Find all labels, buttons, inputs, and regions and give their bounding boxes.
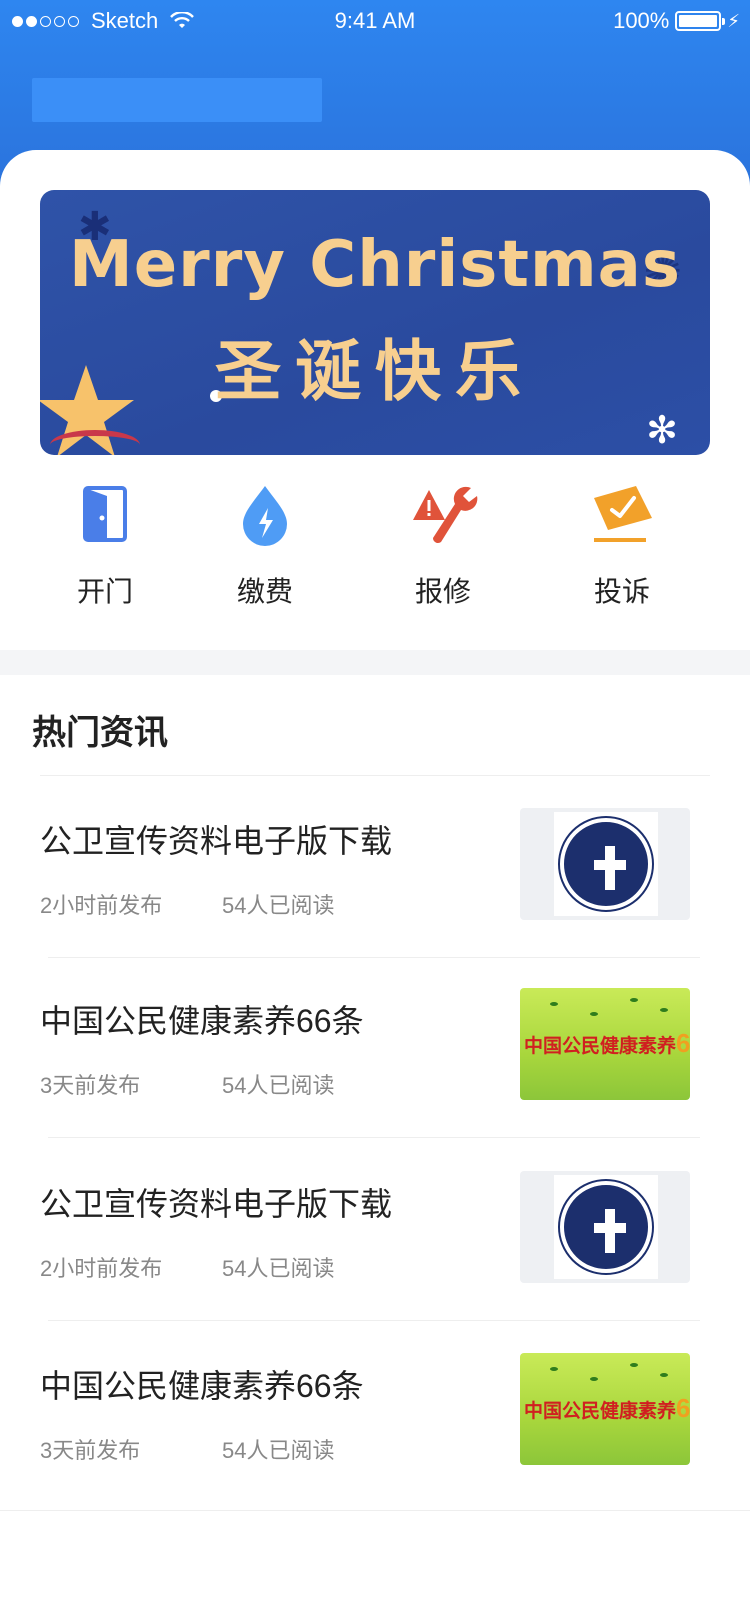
news-item[interactable]: 公卫宣传资料电子版下载 2小时前发布 54人已阅读 <box>0 1141 750 1321</box>
thumbnail-caption: 中国公民健康素养66条 <box>524 1028 690 1058</box>
quick-action-label: 报修 <box>414 576 471 607</box>
health-seal-icon <box>554 1175 658 1279</box>
door-icon <box>73 482 137 546</box>
quick-action-label: 缴费 <box>236 576 293 607</box>
news-item-time: 2小时前发布 <box>40 1256 163 1281</box>
divider <box>48 1137 700 1138</box>
news-item-time: 3天前发布 <box>40 1438 141 1463</box>
banner-subtitle: 圣诞快乐 <box>215 333 535 410</box>
thumbnail-caption: 中国公民健康素养66条 <box>524 1393 690 1423</box>
charging-icon: ⚡ <box>727 10 740 31</box>
battery-icon <box>675 11 726 31</box>
quick-action-label: 投诉 <box>593 576 650 607</box>
news-item-reads: 54人已阅读 <box>222 1073 335 1098</box>
promo-banner[interactable]: ✱ ✺ ✻ Merry Christmas 圣诞快乐 <box>40 190 710 455</box>
news-item-time: 2小时前发布 <box>40 893 163 918</box>
news-section: 热门资讯 公卫宣传资料电子版下载 2小时前发布 54人已阅读 中国公民健康素养6… <box>0 675 750 1510</box>
divider <box>40 775 710 776</box>
news-item-thumbnail: 中国公民健康素养66条 <box>520 988 690 1100</box>
bottom-tab-bar <box>0 1510 750 1606</box>
health-seal-icon <box>554 812 658 916</box>
quick-action-repair[interactable]: 报修 <box>373 470 513 610</box>
news-item[interactable]: 中国公民健康素养66条 3天前发布 54人已阅读 中国公民健康素养66条 <box>0 958 750 1138</box>
news-item-reads: 54人已阅读 <box>222 893 335 918</box>
section-title: 热门资讯 <box>32 714 168 752</box>
ribbon-decoration <box>50 430 140 455</box>
quick-action-open-door[interactable]: 开门 <box>35 470 175 610</box>
wrench-icon <box>411 482 478 546</box>
news-item-thumbnail <box>520 1171 690 1283</box>
quick-action-complaint[interactable]: 投诉 <box>552 470 692 610</box>
quick-actions: 开门 缴费 报修 投诉 <box>0 470 750 635</box>
news-item-reads: 54人已阅读 <box>222 1256 335 1281</box>
status-bar: Sketch 9:41 AM 100% ⚡ <box>0 0 750 40</box>
news-item-reads: 54人已阅读 <box>222 1438 335 1463</box>
news-item-thumbnail <box>520 808 690 920</box>
complaint-icon <box>590 482 654 546</box>
snowflake-icon: ✻ <box>646 410 678 452</box>
news-item-title: 中国公民健康素养66条 <box>40 1003 364 1039</box>
quick-action-label: 开门 <box>76 576 133 607</box>
news-item-title: 公卫宣传资料电子版下载 <box>40 1186 393 1222</box>
status-right: 100% ⚡ <box>613 8 740 34</box>
news-item-time: 3天前发布 <box>40 1073 141 1098</box>
news-item-title: 中国公民健康素养66条 <box>40 1368 364 1404</box>
water-drop-icon <box>233 482 297 546</box>
news-item[interactable]: 公卫宣传资料电子版下载 2小时前发布 54人已阅读 <box>0 778 750 958</box>
news-item-title: 公卫宣传资料电子版下载 <box>40 823 393 859</box>
divider <box>48 1320 700 1321</box>
news-item-thumbnail: 中国公民健康素养66条 <box>520 1353 690 1465</box>
news-item[interactable]: 中国公民健康素养66条 3天前发布 54人已阅读 中国公民健康素养66条 <box>0 1323 750 1503</box>
banner-title: Merry Christmas <box>69 228 681 302</box>
page-title-placeholder <box>32 78 322 122</box>
quick-action-payment[interactable]: 缴费 <box>195 470 335 610</box>
battery-percent: 100% <box>613 8 670 33</box>
